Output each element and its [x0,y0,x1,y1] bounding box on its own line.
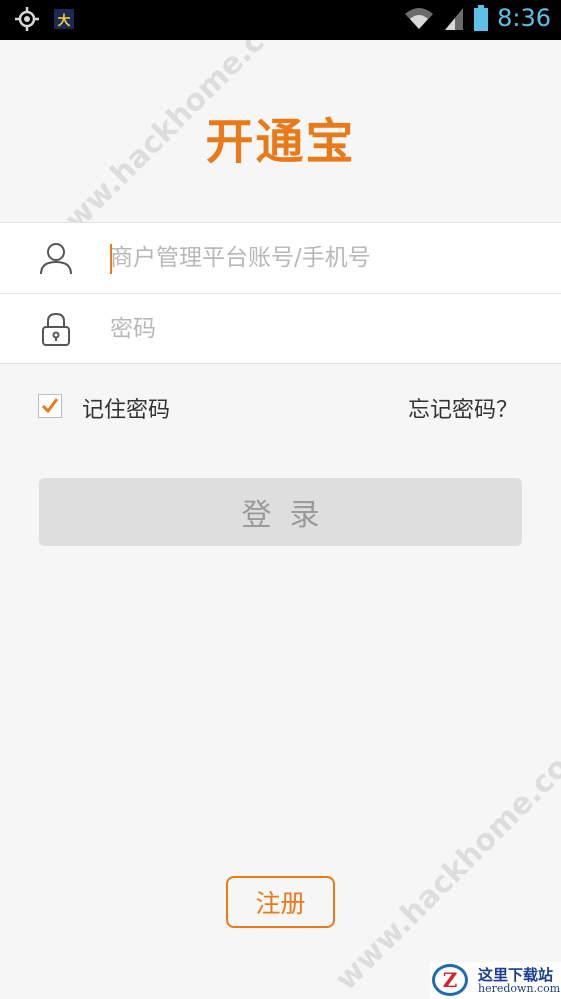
watermark-bottom: www.hackhome.com [328,727,561,998]
login-button[interactable]: 登录 [39,478,522,546]
signal-icon [445,8,464,30]
site-url: heredown.com [478,982,561,995]
status-time: 8:36 [497,4,551,32]
account-input[interactable] [110,237,530,279]
location-icon [15,7,39,31]
remember-row: 记住密码 忘记密码？ [38,390,522,424]
login-form [0,222,561,364]
lock-icon [42,312,70,346]
forgot-password-link[interactable]: 忘记密码？ [408,392,518,424]
app-notification-icon: 大 [54,9,74,29]
password-input[interactable] [110,308,530,350]
site-watermark-logo: Z 这里下载站 heredown.com [430,962,561,999]
password-row [0,293,561,363]
remember-checkbox[interactable] [38,394,62,418]
status-left-icons: 大 [14,6,74,32]
account-row [0,223,561,293]
wifi-icon [405,8,434,29]
app-logo: 开通宝 [205,114,356,170]
checkmark-icon [41,398,59,414]
site-logo-icon: Z [432,964,468,996]
battery-icon [474,5,489,31]
register-button[interactable]: 注册 [226,876,335,928]
text-caret [110,244,112,274]
status-right-icons: 8:36 [403,4,551,32]
remember-label[interactable]: 记住密码 [82,392,170,424]
user-icon [40,243,72,275]
